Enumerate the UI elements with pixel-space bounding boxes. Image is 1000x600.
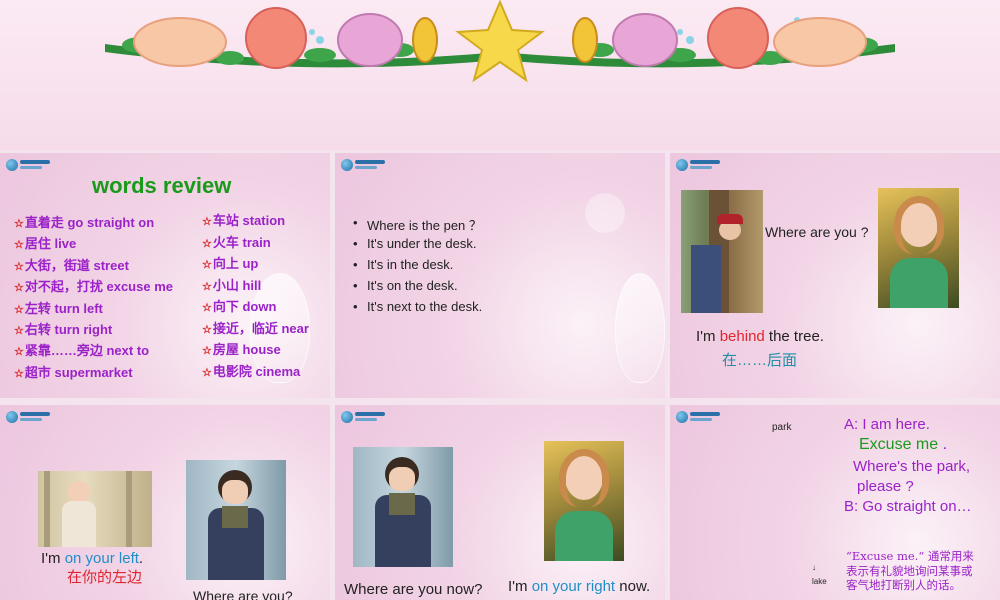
vocab-list-left: ☆直着走 go straight on ☆居住 live ☆大街，街道 street… [14,213,173,384]
logo-icon [341,159,387,171]
vocab-item: ☆右转 turn right [14,320,173,341]
bullet-list: Where is the pen ？It's under the desk.It… [353,215,482,320]
vocab-text: 向上 up [212,256,259,271]
vocab-text: 居住 live [24,236,77,252]
star-icon: ☆ [202,323,212,336]
girl-by-fence-photo [38,471,152,547]
slide-on-your-left[interactable]: I'm on your left. 在你的左边 Where are you? [0,405,330,600]
vocab-item: ☆大街，街道 street [14,256,173,277]
girl-photo [878,188,959,308]
vocab-text: 火车 train [212,234,271,250]
star-icon: ☆ [202,302,212,314]
logo-icon [6,159,52,171]
slide-excuse-me-dialogue[interactable]: park ↓ lake A: I am here. Excuse me . Wh… [670,405,1000,600]
answer-text: I'm on your left. [41,550,144,567]
flower-decoration [615,273,665,383]
logo-icon [676,159,722,171]
bullet-item: It's in the desk. [353,257,482,278]
star-icon: ☆ [14,325,24,338]
vocab-text: 电影院 cinema [212,363,301,379]
bullet-item: Where is the pen ？ [353,215,482,236]
star-icon: ☆ [14,239,24,252]
vocab-text: 房屋 house [212,342,281,357]
star-icon: ☆ [202,216,212,228]
chinese-meaning: 在……后面 [722,352,798,369]
vocab-item: ☆电影院 cinema [202,362,309,384]
boy-pointing-photo [353,447,453,567]
answer-text: I'm behind the tree. [696,328,824,345]
slide-title: words review [92,173,232,198]
star-icon: ☆ [14,282,24,295]
bullet-item: It's under the desk. [353,236,482,257]
vocab-item: ☆向上 up [202,254,309,276]
bullet-item: It's next to the desk. [353,299,482,320]
star-icon: ☆ [14,367,24,380]
vocab-text: 左转 turn left [24,300,103,316]
arrow-down-icon: ↓ [812,563,816,572]
vocab-item: ☆超市 supermarket [14,363,173,384]
star-icon: ☆ [202,237,212,250]
logo-icon [341,411,387,423]
dialogue-line-please: please ? [857,478,914,495]
boy-behind-tree-photo [681,190,763,313]
dialogue-line-where: Where's the park, [853,458,971,475]
vocab-text: 直着走 go straight on [24,215,155,230]
vocab-text: 小山 hill [212,277,262,293]
star-icon: ☆ [14,346,24,359]
star-icon: ☆ [202,280,212,293]
vocab-item: ☆左转 turn left [14,299,173,320]
vocab-list-right: ☆车站 station ☆火车 train ☆向上 up ☆小山 hill ☆向下 do… [202,211,309,383]
dialogue-line-excuse: Excuse me . [859,436,948,453]
bullet-item: It's on the desk. [353,278,482,299]
dialogue-line-b: B: Go straight on… [844,498,972,515]
vocab-item: ☆向下 down [202,297,309,319]
star-icon: ☆ [14,303,24,316]
question-text: Where are you? [193,588,293,600]
vocab-text: 接近，临近 near [212,320,309,336]
vocab-text: 向下 down [212,299,277,314]
vocab-text: 对不起，打扰 excuse me [24,279,173,295]
star-icon: ☆ [202,366,212,379]
vocab-text: 紧靠……旁边 next to [24,343,150,359]
chinese-meaning: 在你的左边 [67,569,143,586]
boy-pointing-photo [186,460,286,580]
vocab-text: 超市 supermarket [24,364,133,380]
vocab-item: ☆房屋 house [202,340,309,362]
map-label-park: park [772,422,792,433]
vocab-text: 车站 station [212,213,286,228]
slide-on-your-right[interactable]: Where are you now? I'm on your right now… [335,405,665,600]
top-banner [0,0,1000,150]
vocab-text: 右转 turn right [24,322,113,338]
bubble-decoration [585,193,625,233]
logo-icon [676,411,722,423]
vocab-item: ☆对不起，打扰 excuse me [14,277,173,298]
logo-icon [6,411,52,423]
vocab-item: ☆车站 station [202,211,309,233]
vocab-text: 大街，街道 street [24,257,129,273]
girl-photo [544,441,624,561]
slide-words-review[interactable]: words review ☆直着走 go straight on ☆居住 live… [0,153,330,398]
vocab-item: ☆紧靠……旁边 next to [14,341,173,362]
vocab-item: ☆火车 train [202,233,309,255]
dialogue-line-a: A: I am here. [844,416,930,433]
slide-behind-tree[interactable]: Where are you ? I'm behind the tree. 在……… [670,153,1000,398]
answer-text: I'm on your right now. [508,578,651,595]
question-text: Where are you ? [765,224,869,240]
star-icon: ☆ [202,259,212,271]
vocab-item: ☆接近，临近 near [202,319,309,341]
usage-note: “Excuse me.“ 通常用来表示有礼貌地询问某事或客气地打断别人的话。 [846,549,974,592]
vocab-item: ☆直着走 go straight on [14,213,173,234]
map-label-lake: lake [812,577,827,586]
vocab-item: ☆居住 live [14,234,173,255]
vocab-item: ☆小山 hill [202,276,309,298]
star-icon: ☆ [14,218,24,230]
sea-garland-decoration [105,0,895,83]
star-icon: ☆ [202,345,212,357]
question-text: Where are you now? [344,581,483,598]
slide-where-is-pen[interactable]: Where is the pen ？It's under the desk.It… [335,153,665,398]
star-icon: ☆ [14,260,24,273]
